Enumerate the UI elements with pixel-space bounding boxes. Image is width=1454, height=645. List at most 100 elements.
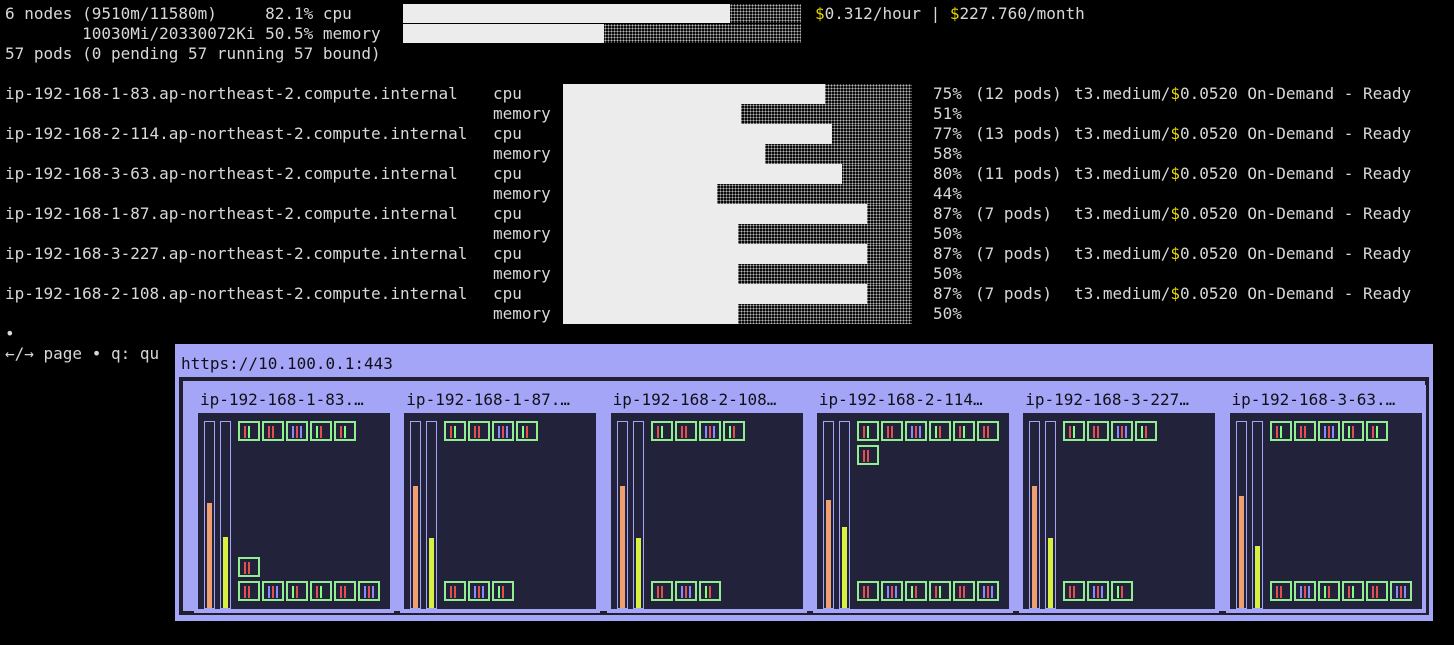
pod-box[interactable] [976,421,999,441]
pod-box[interactable] [952,421,975,441]
pod-box[interactable] [1389,581,1412,601]
pod-box[interactable] [722,421,745,441]
pod-stripe [728,426,731,438]
pod-box[interactable] [1111,421,1134,441]
pod-stripe [910,426,913,438]
pod-stripe [890,586,893,598]
pod-stripe [1275,426,1278,438]
pod-box[interactable] [492,581,515,601]
pod-box[interactable] [334,581,356,601]
pod-box[interactable] [1063,581,1086,601]
node-cpu-bar [563,204,912,224]
pod-stripe [454,426,457,438]
pod-box[interactable] [1135,421,1158,441]
node-name: ip-192-168-3-63.ap-northeast-2.compute.i… [5,164,458,183]
pod-box[interactable] [698,581,721,601]
pod-box[interactable] [1365,421,1388,441]
pod-box[interactable] [976,581,999,601]
pod-box[interactable] [674,581,697,601]
node-cpu-pct: 87% [933,244,962,263]
pod-stripe [1307,586,1310,598]
pod-box[interactable] [468,581,491,601]
pod-box[interactable] [856,421,879,441]
pod-box[interactable] [310,581,332,601]
pod-stripe [506,426,509,438]
pod-stripe [914,586,917,598]
pod-stripe [268,426,270,438]
pod-box[interactable] [1293,581,1316,601]
pod-box[interactable] [650,421,673,441]
pod-box[interactable] [674,421,697,441]
pod-box[interactable] [1317,421,1340,441]
pod-stripe [704,426,707,438]
node-card[interactable]: ip-192-168-3-227… [1019,385,1220,613]
pod-box[interactable] [516,421,539,441]
pod-box[interactable] [904,581,927,601]
node-card[interactable]: ip-192-168-3-63.… [1225,385,1426,613]
pod-box[interactable] [468,421,491,441]
pod-box[interactable] [238,581,260,601]
pod-stripe [962,426,965,438]
pod-box[interactable] [1269,421,1292,441]
pod-box[interactable] [1365,581,1388,601]
node-card[interactable]: ip-192-168-1-83.… [194,385,394,613]
pod-box[interactable] [928,581,951,601]
pod-box[interactable] [1111,581,1134,601]
pod-stripe [478,586,481,598]
pod-box[interactable] [928,421,951,441]
node-pod-count: (12 pods) [975,84,1062,103]
cluster-viz-overlay: https://10.100.0.1:443 ip-192-168-1-83.…… [167,336,1441,628]
pod-stripe [866,426,869,438]
pod-box[interactable] [1087,421,1110,441]
pod-box[interactable] [952,581,975,601]
pod-stripe [1403,586,1406,598]
pod-stripe [1279,586,1282,598]
node-pod-count: (11 pods) [975,164,1062,183]
pod-stripe [1141,426,1144,438]
pod-box[interactable] [856,445,879,465]
pod-box[interactable] [358,581,380,601]
pod-box[interactable] [1317,581,1340,601]
pod-box[interactable] [1341,581,1364,601]
pod-stripe [938,586,941,598]
pod-box[interactable] [880,421,903,441]
node-card[interactable]: ip-192-168-2-114… [812,385,1013,613]
pod-box[interactable] [492,421,515,441]
node-card[interactable]: ip-192-168-1-87.… [400,385,601,613]
pod-box[interactable] [1293,421,1316,441]
pod-box[interactable] [262,581,284,601]
pod-stripe [450,586,453,598]
pod-box[interactable] [286,421,308,441]
node-card-title: ip-192-168-2-114… [818,390,983,409]
pod-box[interactable] [238,557,260,577]
node-pod-count: (7 pods) [975,204,1062,223]
pod-stripe [1069,426,1072,438]
pod-box[interactable] [880,581,903,601]
pod-box[interactable] [1087,581,1110,601]
pod-box[interactable] [334,421,356,441]
api-url: https://10.100.0.1:443 [181,354,393,373]
pod-box[interactable] [238,421,260,441]
node-memory-bar [563,224,912,244]
pod-box[interactable] [650,581,673,601]
pod-stripe [1303,426,1306,438]
pod-stripe [886,586,889,598]
pod-stripe [502,586,505,598]
node-cpu-pct: 87% [933,204,962,223]
pod-box[interactable] [310,421,332,441]
pod-box[interactable] [856,581,879,601]
pod-stripe [292,426,294,438]
node-card[interactable]: ip-192-168-2-108… [606,385,807,613]
pod-box[interactable] [1063,421,1086,441]
pod-stripe [1275,586,1278,598]
pod-box[interactable] [444,421,467,441]
pod-box[interactable] [444,581,467,601]
node-cpu-label: cpu [493,284,522,303]
pod-box[interactable] [904,421,927,441]
pod-box[interactable] [1269,581,1292,601]
node-name: ip-192-168-1-83.ap-northeast-2.compute.i… [5,84,458,103]
pod-box[interactable] [698,421,721,441]
pod-box[interactable] [1341,421,1364,441]
pod-box[interactable] [286,581,308,601]
pod-box[interactable] [262,421,284,441]
